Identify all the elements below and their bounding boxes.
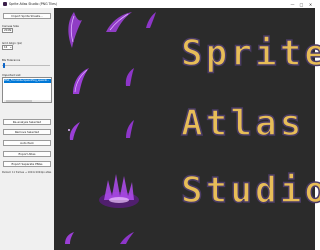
atlas-text-line-2: Atlas bbox=[180, 103, 305, 144]
grid-align-value: 16 bbox=[4, 45, 8, 49]
atlas-text-line-3: Studio bbox=[180, 170, 320, 211]
wing-sprite-6 bbox=[68, 122, 80, 140]
wing-sprite-4 bbox=[73, 68, 89, 94]
wing-sprite-9 bbox=[120, 232, 134, 244]
title-bar: Sprite Atlas Studio (PNG Tiles) — □ ✕ bbox=[0, 0, 315, 8]
window-title: Sprite Atlas Studio (PNG Tiles) bbox=[9, 2, 58, 6]
impact-burst-sprite bbox=[99, 174, 139, 208]
canvas-size-dropdown[interactable]: 2048 ▾ bbox=[2, 28, 13, 33]
horizontal-scrollbar[interactable] bbox=[3, 99, 51, 102]
wing-sprite-7 bbox=[126, 120, 134, 138]
bg-tolerance-slider[interactable] bbox=[2, 65, 50, 66]
status-text: Packed: 11 frames → 1024×1024px atlas bbox=[2, 171, 52, 174]
sidebar: Import Sprite Sheets... Canvas Size 2048… bbox=[0, 8, 54, 250]
app-icon bbox=[3, 2, 7, 6]
close-button[interactable]: ✕ bbox=[306, 0, 315, 8]
wing-sprite-8 bbox=[65, 232, 74, 244]
export-separate-pngs-button[interactable]: Export Separate PNGs bbox=[3, 161, 51, 167]
imported-list[interactable]: PINK_FX-mobile-Spawnfling_spawnb... bbox=[2, 77, 52, 103]
bg-tolerance-label: BG Tolerance bbox=[2, 58, 21, 62]
app-window: Sprite Atlas Studio (PNG Tiles) — □ ✕ Im… bbox=[0, 0, 320, 250]
chevron-down-icon: ▾ bbox=[10, 29, 12, 32]
minimize-button[interactable]: — bbox=[288, 0, 297, 8]
spin-arrows-icon: ▴ bbox=[10, 46, 12, 49]
wing-sprite-3 bbox=[146, 12, 156, 28]
remove-selected-button[interactable]: Remove Selected bbox=[3, 129, 51, 135]
bg-tolerance-slider-thumb[interactable] bbox=[2, 63, 5, 68]
import-sprite-sheets-button[interactable]: Import Sprite Sheets... bbox=[3, 13, 51, 19]
list-item[interactable]: PINK_FX-mobile-Spawnfling_spawnb... bbox=[3, 78, 51, 83]
wing-sprite-2 bbox=[106, 12, 132, 32]
re-analyze-selected-button[interactable]: Re-analyze Selected bbox=[3, 119, 51, 125]
auto-pack-button[interactable]: Auto Pack bbox=[3, 140, 51, 146]
grid-align-spinbox[interactable]: 16 ▴ bbox=[2, 45, 13, 50]
wing-sprite-5 bbox=[125, 68, 134, 86]
export-atlas-button[interactable]: Export Atlas bbox=[3, 151, 51, 157]
atlas-canvas[interactable]: Sprite Atlas Studio bbox=[54, 8, 320, 250]
wing-sprite-1 bbox=[68, 12, 82, 48]
maximize-button[interactable]: □ bbox=[297, 0, 306, 8]
atlas-text-line-1: Sprite bbox=[180, 33, 320, 74]
